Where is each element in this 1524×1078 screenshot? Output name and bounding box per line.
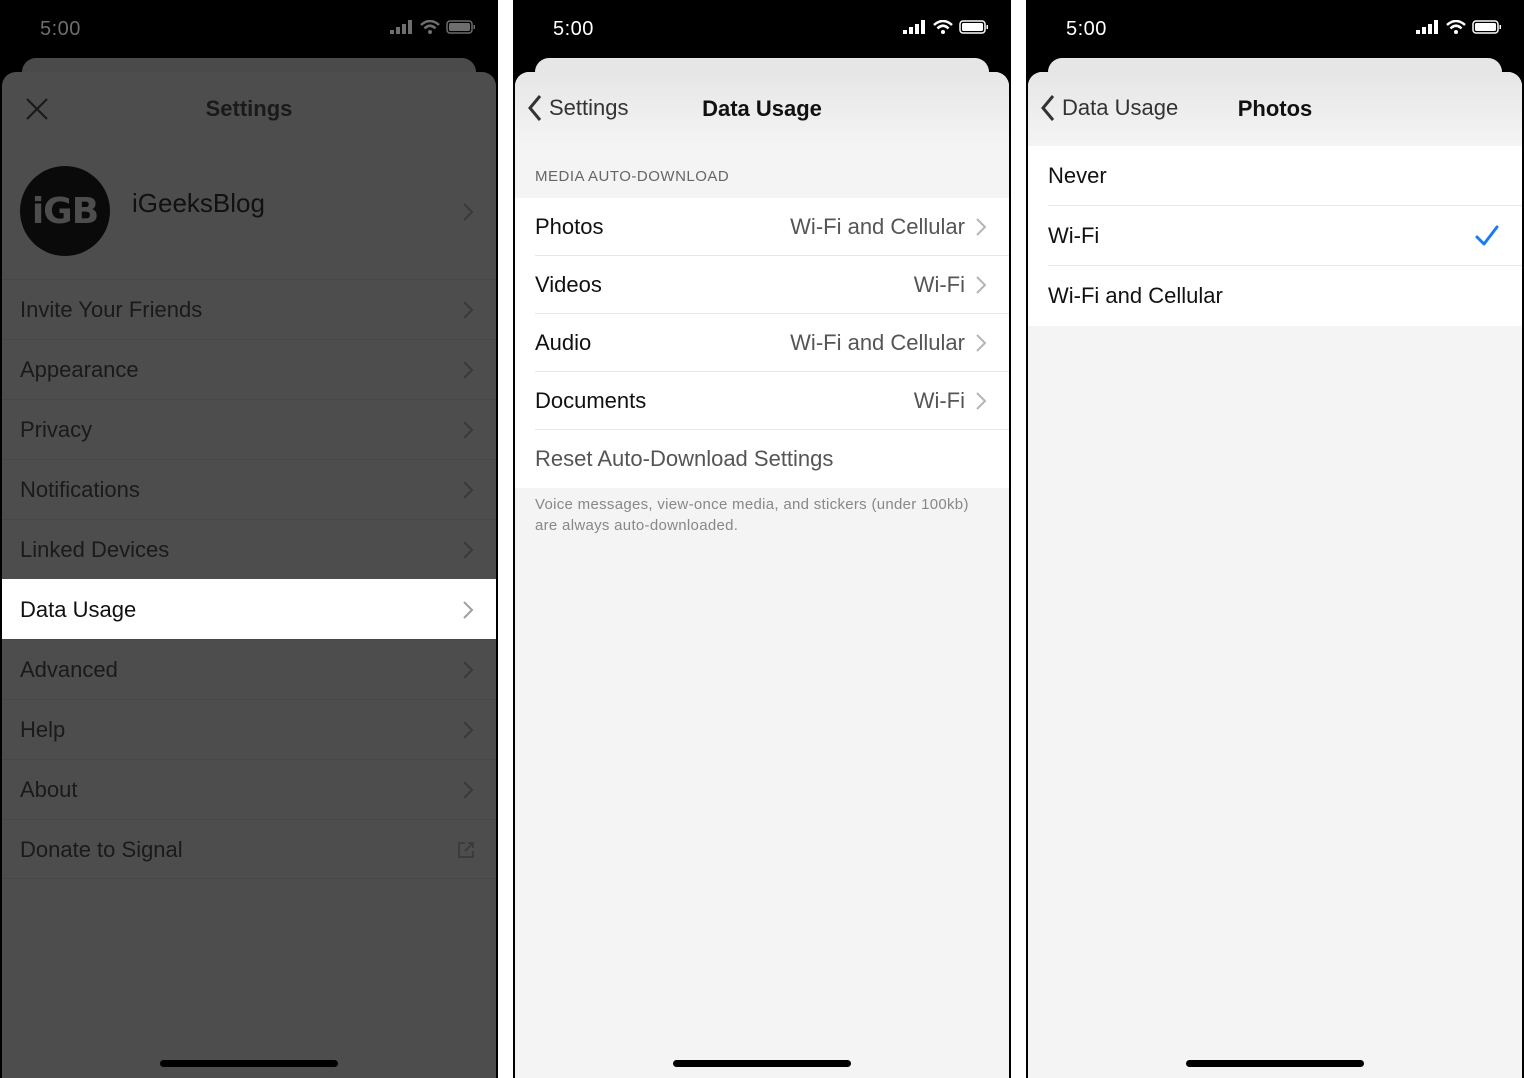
page-title: Settings <box>205 96 293 121</box>
chevron-right-icon <box>463 721 474 739</box>
signal-icon <box>903 20 925 34</box>
option-wifi[interactable]: Wi-Fi <box>1028 206 1522 266</box>
nav-bar: Data Usage Photos <box>1028 72 1522 146</box>
settings-item-about[interactable]: About <box>2 759 496 819</box>
status-bar: 5:00 <box>513 0 1011 58</box>
home-indicator[interactable] <box>160 1060 338 1067</box>
settings-item-notifications[interactable]: Notifications <box>2 459 496 519</box>
settings-item-data-usage[interactable]: Data Usage <box>2 579 496 639</box>
chevron-right-icon <box>463 541 474 559</box>
settings-item-invite-friends[interactable]: Invite Your Friends <box>2 279 496 339</box>
chevron-right-icon <box>463 481 474 499</box>
wifi-icon <box>1446 20 1466 34</box>
wifi-icon <box>933 20 953 34</box>
chevron-right-icon <box>976 392 987 410</box>
chevron-right-icon <box>976 334 987 352</box>
settings-list: Invite Your Friends Appearance Privacy N… <box>2 279 496 879</box>
data-usage-screen: 5:00 Settings Data Usage MEDIA AUTO-DOWN… <box>513 0 1011 1078</box>
battery-icon <box>959 20 988 34</box>
row-videos[interactable]: Videos Wi-Fi <box>515 256 1009 314</box>
section-header: MEDIA AUTO-DOWNLOAD <box>535 168 730 185</box>
wifi-icon <box>420 20 440 34</box>
chevron-right-icon <box>463 301 474 319</box>
settings-screen: 5:00 Settings iGB iGeeksBlog Invite Your… <box>0 0 498 1078</box>
chevron-right-icon <box>463 203 474 221</box>
chevron-right-icon <box>976 218 987 236</box>
photos-sheet: Data Usage Photos Never Wi-Fi Wi-Fi and … <box>1028 72 1522 1078</box>
row-documents[interactable]: Documents Wi-Fi <box>515 372 1009 430</box>
page-title: Photos <box>1237 96 1313 121</box>
nav-bar: Settings Data Usage <box>515 72 1009 146</box>
avatar: iGB <box>20 166 110 256</box>
signal-icon <box>390 20 412 34</box>
settings-item-donate[interactable]: Donate to Signal <box>2 819 496 879</box>
status-time: 5:00 <box>1066 18 1107 40</box>
chevron-right-icon <box>463 661 474 679</box>
battery-icon <box>446 20 475 34</box>
external-link-icon <box>458 842 474 858</box>
row-photos[interactable]: Photos Wi-Fi and Cellular <box>515 198 1009 256</box>
status-bar: 5:00 <box>1026 0 1524 58</box>
profile-name: iGeeksBlog <box>132 188 265 218</box>
chevron-right-icon <box>976 276 987 294</box>
chevron-right-icon <box>463 781 474 799</box>
photos-options-list: Never Wi-Fi Wi-Fi and Cellular <box>1028 146 1522 326</box>
checkmark-icon <box>1475 225 1499 246</box>
settings-item-appearance[interactable]: Appearance <box>2 339 496 399</box>
settings-sheet: Settings iGB iGeeksBlog Invite Your Frie… <box>2 72 496 1078</box>
option-wifi-and-cellular[interactable]: Wi-Fi and Cellular <box>1028 266 1522 326</box>
settings-item-privacy[interactable]: Privacy <box>2 399 496 459</box>
data-usage-sheet: Settings Data Usage MEDIA AUTO-DOWNLOAD … <box>515 72 1009 1078</box>
option-never[interactable]: Never <box>1028 146 1522 206</box>
status-time: 5:00 <box>40 18 81 40</box>
signal-icon <box>1416 20 1438 34</box>
chevron-right-icon <box>463 601 474 619</box>
battery-icon <box>1472 20 1501 34</box>
footer-note: Voice messages, view-once media, and sti… <box>535 496 969 534</box>
settings-item-advanced[interactable]: Advanced <box>2 639 496 699</box>
settings-item-help[interactable]: Help <box>2 699 496 759</box>
home-indicator[interactable] <box>1186 1060 1364 1067</box>
auto-download-list: Photos Wi-Fi and Cellular Videos Wi-Fi Aud… <box>515 198 1009 488</box>
row-audio[interactable]: Audio Wi-Fi and Cellular <box>515 314 1009 372</box>
nav-bar: Settings <box>2 72 496 146</box>
photos-option-screen: 5:00 Data Usage Photos Never Wi-Fi Wi-Fi… <box>1026 0 1524 1078</box>
home-indicator[interactable] <box>673 1060 851 1067</box>
chevron-right-icon <box>463 361 474 379</box>
settings-item-linked-devices[interactable]: Linked Devices <box>2 519 496 579</box>
chevron-right-icon <box>463 421 474 439</box>
profile-row[interactable]: iGB iGeeksBlog <box>2 146 496 276</box>
status-time: 5:00 <box>553 18 594 40</box>
status-bar: 5:00 <box>0 0 498 58</box>
reset-auto-download-button[interactable]: Reset Auto-Download Settings <box>515 430 1009 488</box>
page-title: Data Usage <box>702 96 822 121</box>
